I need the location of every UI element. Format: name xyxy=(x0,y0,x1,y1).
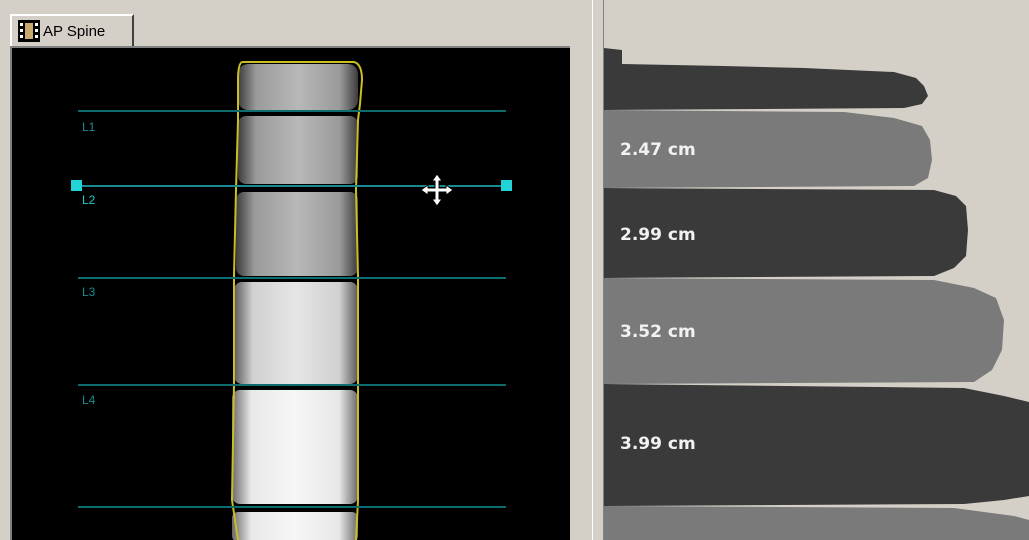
scan-pane: AP Spine L1 L2 L3 L4 xyxy=(0,0,592,540)
tab-ap-spine[interactable]: AP Spine xyxy=(10,14,134,46)
vertebra-label-l1: L1 xyxy=(82,120,96,134)
move-cursor-icon xyxy=(420,173,454,207)
pane-splitter[interactable] xyxy=(592,0,604,540)
line-handle-right[interactable] xyxy=(501,180,512,191)
profile-band-bottom xyxy=(604,506,1029,540)
vertebra-label-l4: L4 xyxy=(82,393,96,407)
height-profile-pane: 2.47 cm 2.99 cm 3.52 cm 3.99 cm xyxy=(604,0,1029,540)
vertebra-bodies xyxy=(232,64,358,540)
film-strip-icon xyxy=(18,20,40,42)
height-value-l1: 2.47 cm xyxy=(620,140,696,160)
line-handle-left[interactable] xyxy=(71,180,82,191)
height-value-l4: 3.99 cm xyxy=(620,434,696,454)
vertebra-label-l3: L3 xyxy=(82,285,96,299)
spine-scan-image: L1 L2 L3 L4 xyxy=(71,61,512,540)
height-profile-chart xyxy=(604,48,1029,540)
tab-label: AP Spine xyxy=(43,22,106,40)
height-value-l2: 2.99 cm xyxy=(620,225,696,245)
profile-band-top xyxy=(604,48,928,110)
height-value-l3: 3.52 cm xyxy=(620,322,696,342)
vertebra-label-l2: L2 xyxy=(82,193,96,207)
